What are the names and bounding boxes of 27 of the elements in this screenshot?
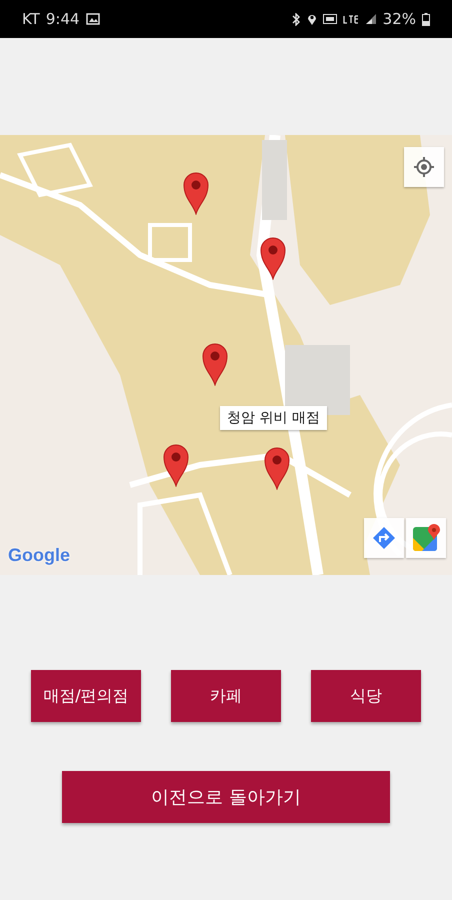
- map-pin-icon[interactable]: [263, 446, 291, 490]
- map-pin-icon[interactable]: [201, 342, 229, 386]
- bluetooth-icon: [290, 12, 301, 26]
- open-maps-button[interactable]: [406, 518, 446, 558]
- info-window: 청암 위비 매점: [220, 406, 327, 430]
- back-button[interactable]: 이전으로 돌아가기: [62, 771, 390, 823]
- lte-icon: [342, 13, 359, 25]
- category-button[interactable]: 식당: [311, 670, 421, 722]
- map-pin-icon[interactable]: [182, 171, 210, 215]
- category-button[interactable]: 카페: [171, 670, 281, 722]
- category-button[interactable]: 매점/편의점: [31, 670, 141, 722]
- directions-icon: [372, 526, 396, 550]
- my-location-button[interactable]: [404, 147, 444, 187]
- time-text: 9:44: [46, 10, 80, 28]
- google-logo: Google: [8, 545, 70, 566]
- map-pin-icon[interactable]: [162, 443, 190, 487]
- signal-icon: [364, 13, 377, 25]
- hd-icon: [322, 14, 337, 24]
- crosshair-icon: [413, 156, 435, 178]
- location-icon: [306, 12, 317, 26]
- battery-text: 32%: [382, 10, 416, 28]
- carrier-text: KT: [22, 10, 40, 28]
- maps-app-icon: [412, 524, 440, 552]
- map-pin-icon[interactable]: [259, 236, 287, 280]
- image-icon: [86, 13, 100, 25]
- directions-button[interactable]: [364, 518, 404, 558]
- battery-icon: [422, 12, 430, 26]
